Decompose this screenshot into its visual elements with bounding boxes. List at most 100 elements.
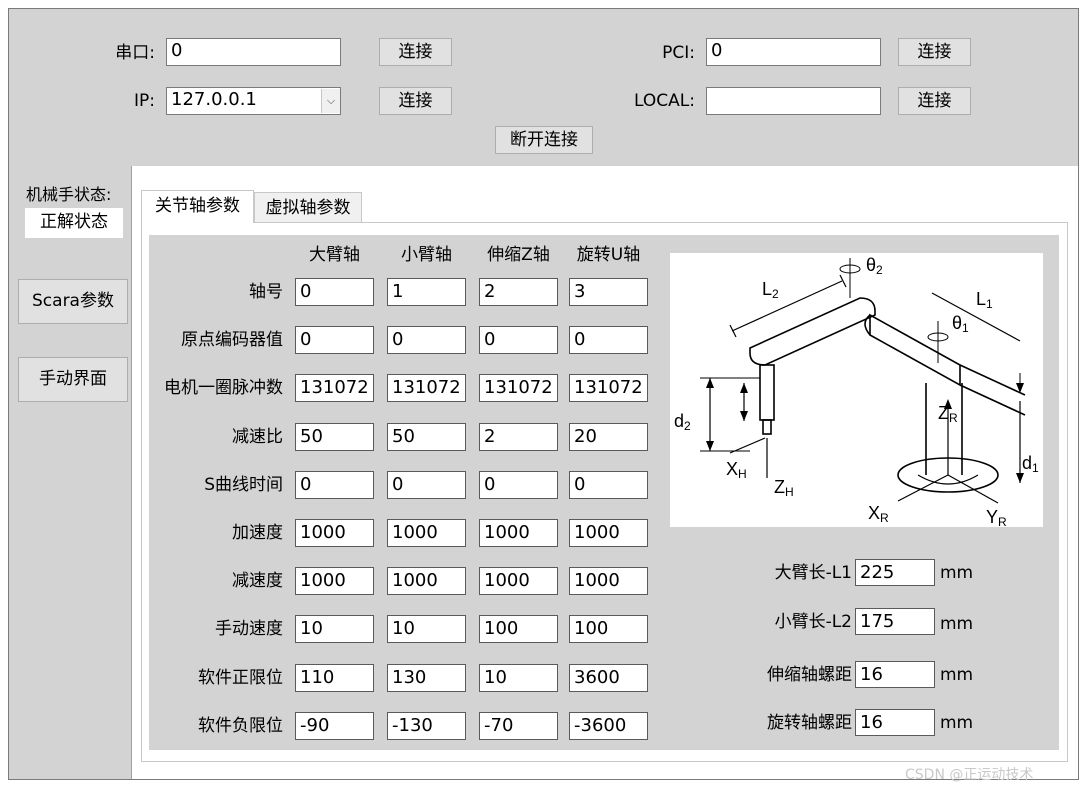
param-cell[interactable]: 110 [295,664,374,692]
param-cell[interactable]: -90 [295,712,374,740]
manual-interface-button[interactable]: 手动界面 [18,357,128,402]
param-cell[interactable]: 0 [295,326,374,354]
param-cell[interactable]: 3 [569,278,648,306]
l2-label: L2 [762,279,779,301]
param-cell[interactable]: 131072 [387,374,466,402]
pci-connect-button[interactable]: 连接 [898,38,971,66]
param-cell[interactable]: 1 [387,278,466,306]
param-cell[interactable]: 0 [295,471,374,499]
param-cell[interactable]: 1000 [295,519,374,547]
local-connect-button[interactable]: 连接 [898,87,971,115]
sidebar [9,166,132,779]
row-label: 减速比 [232,427,283,447]
robot-status-label: 机械手状态: [26,185,112,204]
param-cell[interactable]: 20 [569,423,648,451]
serial-label: 串口: [115,43,155,63]
watermark: CSDN @正运动技术 [905,767,1034,783]
row-label: 加速度 [232,523,283,543]
col-header-u-axis: 旋转U轴 [576,245,641,265]
row-label: 手动速度 [215,619,283,639]
param-cell[interactable]: 0 [387,471,466,499]
zh-label: ZH [774,477,794,499]
param-cell[interactable]: 131072 [569,374,648,402]
param-cell[interactable]: 50 [387,423,466,451]
param-cell[interactable]: 131072 [295,374,374,402]
param-cell[interactable]: 0 [295,278,374,306]
col-header-big-arm: 大臂轴 [309,245,360,265]
pci-label: PCI: [662,43,695,63]
tab-virtual-axis-params[interactable]: 虚拟轴参数 [254,192,362,223]
serial-connect-button[interactable]: 连接 [379,38,452,66]
param-cell[interactable]: 10 [387,615,466,643]
l1-label: L1 [976,289,993,311]
param-cell[interactable]: 1000 [569,519,648,547]
scara-diagram: θ2 θ1 L2 L1 d2 d1 ZR XH ZH XR YR [670,253,1043,529]
rotation-pitch-input[interactable]: 16 [855,709,935,736]
param-cell[interactable]: 1000 [295,567,374,595]
small-arm-length-unit: mm [940,614,974,634]
param-cell[interactable]: 10 [479,664,558,692]
param-cell[interactable]: 1000 [479,519,558,547]
ip-label: IP: [134,91,155,111]
disconnect-button[interactable]: 断开连接 [495,126,593,154]
d1-label: d1 [1022,453,1039,475]
param-cell[interactable]: 0 [479,326,558,354]
row-label: S曲线时间 [204,475,283,495]
scara-params-button[interactable]: Scara参数 [18,279,128,324]
ip-select[interactable]: 127.0.0.1 [166,87,341,115]
param-cell[interactable]: 100 [569,615,648,643]
param-cell[interactable]: 1000 [569,567,648,595]
theta2-label: θ2 [866,255,883,277]
param-cell[interactable]: -130 [387,712,466,740]
tab-joint-axis-params[interactable]: 关节轴参数 [141,190,254,223]
param-cell[interactable]: 50 [295,423,374,451]
row-label: 轴号 [249,282,283,302]
param-cell[interactable]: 0 [569,471,648,499]
param-cell[interactable]: 100 [479,615,558,643]
chevron-down-icon[interactable]: ⌵ [321,89,340,113]
param-cell[interactable]: 0 [569,326,648,354]
telescopic-pitch-input[interactable]: 16 [855,661,935,688]
param-cell[interactable]: 1000 [387,567,466,595]
col-header-small-arm: 小臂轴 [401,245,452,265]
big-arm-length-label: 大臂长-L1 [774,563,852,583]
param-cell[interactable]: 1000 [387,519,466,547]
big-arm-length-input[interactable]: 225 [855,559,935,586]
row-label: 原点编码器值 [181,330,283,350]
row-label: 软件正限位 [198,668,283,688]
ip-connect-button[interactable]: 连接 [379,87,452,115]
param-cell[interactable]: 2 [479,278,558,306]
row-label: 电机一圈脉冲数 [164,378,283,398]
xr-label: XR [868,503,889,525]
param-cell[interactable]: 0 [387,326,466,354]
small-arm-length-input[interactable]: 175 [855,608,935,635]
param-cell[interactable]: -3600 [569,712,648,740]
rotation-pitch-unit: mm [940,713,974,733]
param-cell[interactable]: 130 [387,664,466,692]
zr-label: ZR [938,403,958,425]
param-cell[interactable]: 131072 [479,374,558,402]
robot-status-value: 正解状态 [25,208,123,238]
theta1-label: θ1 [952,313,969,335]
param-cell[interactable]: 0 [479,471,558,499]
telescopic-pitch-label: 伸缩轴螺距 [767,665,852,685]
param-cell[interactable]: 3600 [569,664,648,692]
xh-label: XH [726,459,747,481]
yr-label: YR [986,507,1007,527]
param-cell[interactable]: 1000 [479,567,558,595]
local-label: LOCAL: [634,91,695,111]
scara-robot-diagram: θ2 θ1 L2 L1 d2 d1 ZR XH ZH XR YR [674,255,1039,529]
ip-select-value: 127.0.0.1 [171,89,257,110]
col-header-z-axis: 伸缩Z轴 [487,245,550,265]
param-cell[interactable]: -70 [479,712,558,740]
row-label: 减速度 [232,571,283,591]
small-arm-length-label: 小臂长-L2 [774,612,852,632]
param-cell[interactable]: 10 [295,615,374,643]
local-input[interactable] [706,87,881,115]
pci-input[interactable]: 0 [706,38,881,66]
big-arm-length-unit: mm [940,563,974,583]
serial-input[interactable]: 0 [166,38,341,66]
telescopic-pitch-unit: mm [940,665,974,685]
row-label: 软件负限位 [198,716,283,736]
param-cell[interactable]: 2 [479,423,558,451]
